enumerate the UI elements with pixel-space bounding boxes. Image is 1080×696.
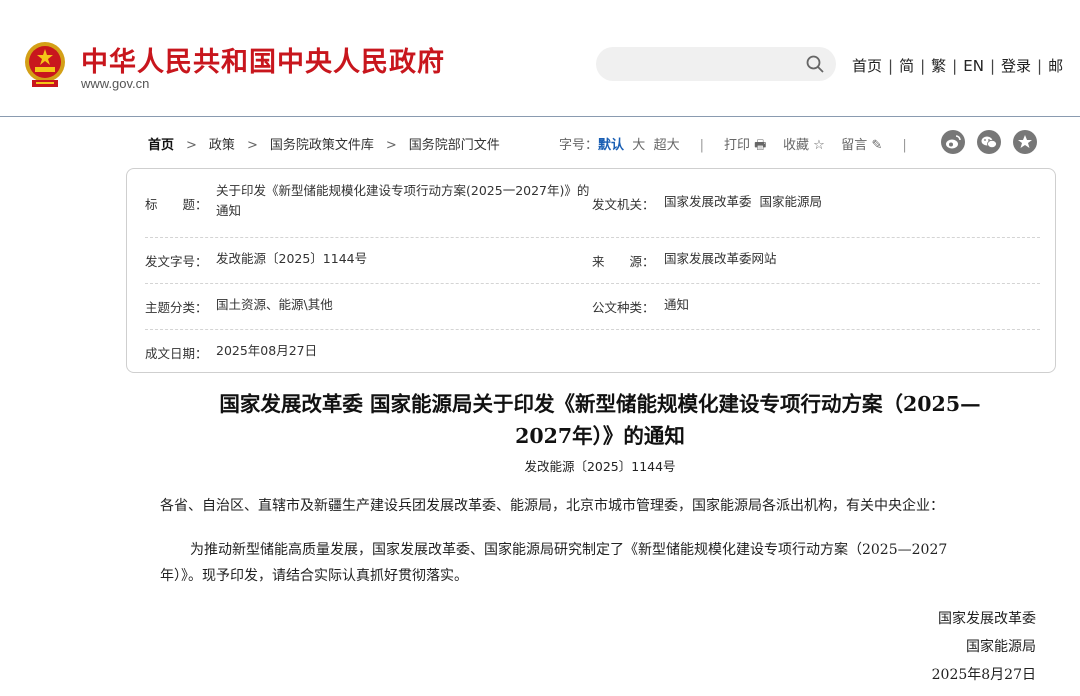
signature-date: 2025年8月27日 [931, 667, 1036, 683]
breadcrumb-policy[interactable]: 政策 [209, 138, 235, 153]
chevron-right-icon: > [186, 138, 197, 153]
font-size-large[interactable]: 大 [632, 138, 645, 153]
document-info-box: 标 题： 关于印发《新型储能规模化建设专项行动方案(2025一2027年)》的通… [126, 168, 1056, 373]
print-icon: 🖶 [754, 138, 767, 153]
top-nav: 首页 | 简 | 繁 | EN | 登录 | 邮 [852, 57, 1064, 75]
chevron-right-icon: > [385, 138, 397, 153]
star-icon: ☆ [813, 138, 825, 153]
weibo-share-icon[interactable] [941, 130, 965, 154]
article-title-line2: 2027年）》的通知 [515, 424, 685, 448]
wechat-share-icon[interactable] [977, 130, 1001, 154]
print-button[interactable]: 打印 🖶 [724, 138, 766, 153]
nav-english[interactable]: EN [963, 57, 984, 75]
nav-traditional[interactable]: 繁 [931, 57, 946, 75]
comment-button[interactable]: 留言 ✎ [841, 138, 882, 153]
info-row-title: 标 题： 关于印发《新型储能规模化建设专项行动方案(2025一2027年)》的通… [145, 169, 1040, 238]
national-emblem-icon[interactable] [22, 40, 68, 90]
nav-home[interactable]: 首页 [852, 57, 882, 75]
article-body-line2: 年）》。现予印发，请结合实际认真抓好贯彻落实。 [160, 568, 468, 584]
font-size-xlarge[interactable]: 超大 [654, 138, 680, 153]
nav-mail[interactable]: 邮 [1048, 57, 1063, 75]
type-label: 公文种类： [592, 300, 655, 315]
issuer-label: 发文机关： [592, 197, 655, 212]
info-row-topic: 主题分类： 国土资源、能源\其他 公文种类： 通知 [145, 283, 1040, 330]
title-label: 标 题： [145, 197, 208, 212]
breadcrumb-department-docs[interactable]: 国务院部门文件 [409, 138, 500, 153]
topic-value: 国土资源、能源\其他 [216, 297, 333, 312]
search-input[interactable] [596, 47, 836, 81]
article-title: 国家发展改革委 国家能源局关于印发《新型储能规模化建设专项行动方案（2025— … [170, 388, 1030, 452]
article-title-line1: 国家发展改革委 国家能源局关于印发《新型储能规模化建设专项行动方案（2025— [219, 392, 981, 416]
doc-no-label: 发文字号： [145, 254, 208, 269]
site-url[interactable]: www.gov.cn [81, 76, 149, 91]
site-name[interactable]: 中华人民共和国中央人民政府 [81, 40, 445, 79]
site-header: 中华人民共和国中央人民政府 www.gov.cn 首页 | 简 | 繁 | EN | 登录 | 邮 [0, 0, 1080, 116]
source-label: 来 源： [592, 254, 655, 269]
font-size-default[interactable]: 默认 [598, 138, 624, 153]
title-value: 关于印发《新型储能规模化建设专项行动方案(2025一2027年)》的通知 [216, 183, 590, 218]
breadcrumb-home[interactable]: 首页 [148, 138, 174, 153]
info-row-docno: 发文字号： 发改能源〔2025〕1144号 来 源： 国家发展改革委网站 [145, 237, 1040, 284]
nav-login[interactable]: 登录 [1001, 57, 1031, 75]
header-divider [0, 116, 1080, 117]
breadcrumb: 首页 > 政策 > 国务院政策文件库 > 国务院部门文件 [148, 134, 500, 153]
type-value: 通知 [664, 297, 690, 312]
date-label: 成文日期： [145, 346, 208, 361]
favorite-button[interactable]: 收藏 ☆ [783, 138, 825, 153]
search-icon[interactable] [806, 55, 824, 73]
breadcrumb-policy-library[interactable]: 国务院政策文件库 [270, 138, 374, 153]
chevron-right-icon: > [246, 138, 258, 153]
nav-simplified[interactable]: 简 [899, 57, 914, 75]
doc-no-value: 发改能源〔2025〕1144号 [216, 251, 368, 266]
source-value: 国家发展改革委网站 [664, 251, 777, 266]
issuer-value: 国家发展改革委 国家能源局 [664, 194, 822, 209]
article-salutation: 各省、自治区、直辖市及新疆生产建设兵团发展改革委、能源局，北京市城市管理委，国家… [160, 498, 944, 514]
article-doc-number: 发改能源〔2025〕1144号 [524, 459, 676, 474]
signature-ndrc: 国家发展改革委 [938, 611, 1036, 627]
date-value: 2025年08月27日 [216, 343, 318, 358]
topic-label: 主题分类： [145, 300, 208, 315]
favorite-share-icon[interactable] [1013, 130, 1037, 154]
article-body-line1: 为推动新型储能高质量发展，国家发展改革委、国家能源局研究制定了《新型储能规模化建… [190, 542, 948, 558]
signature-nea: 国家能源局 [966, 639, 1036, 655]
info-row-date: 成文日期： 2025年08月27日 [145, 329, 1040, 373]
font-size-label: 字号： [559, 138, 599, 153]
article-tools: 字号：默认 大 超大 | 打印 🖶 收藏 ☆ 留言 ✎ | [559, 138, 907, 153]
pencil-icon: ✎ [871, 138, 883, 153]
